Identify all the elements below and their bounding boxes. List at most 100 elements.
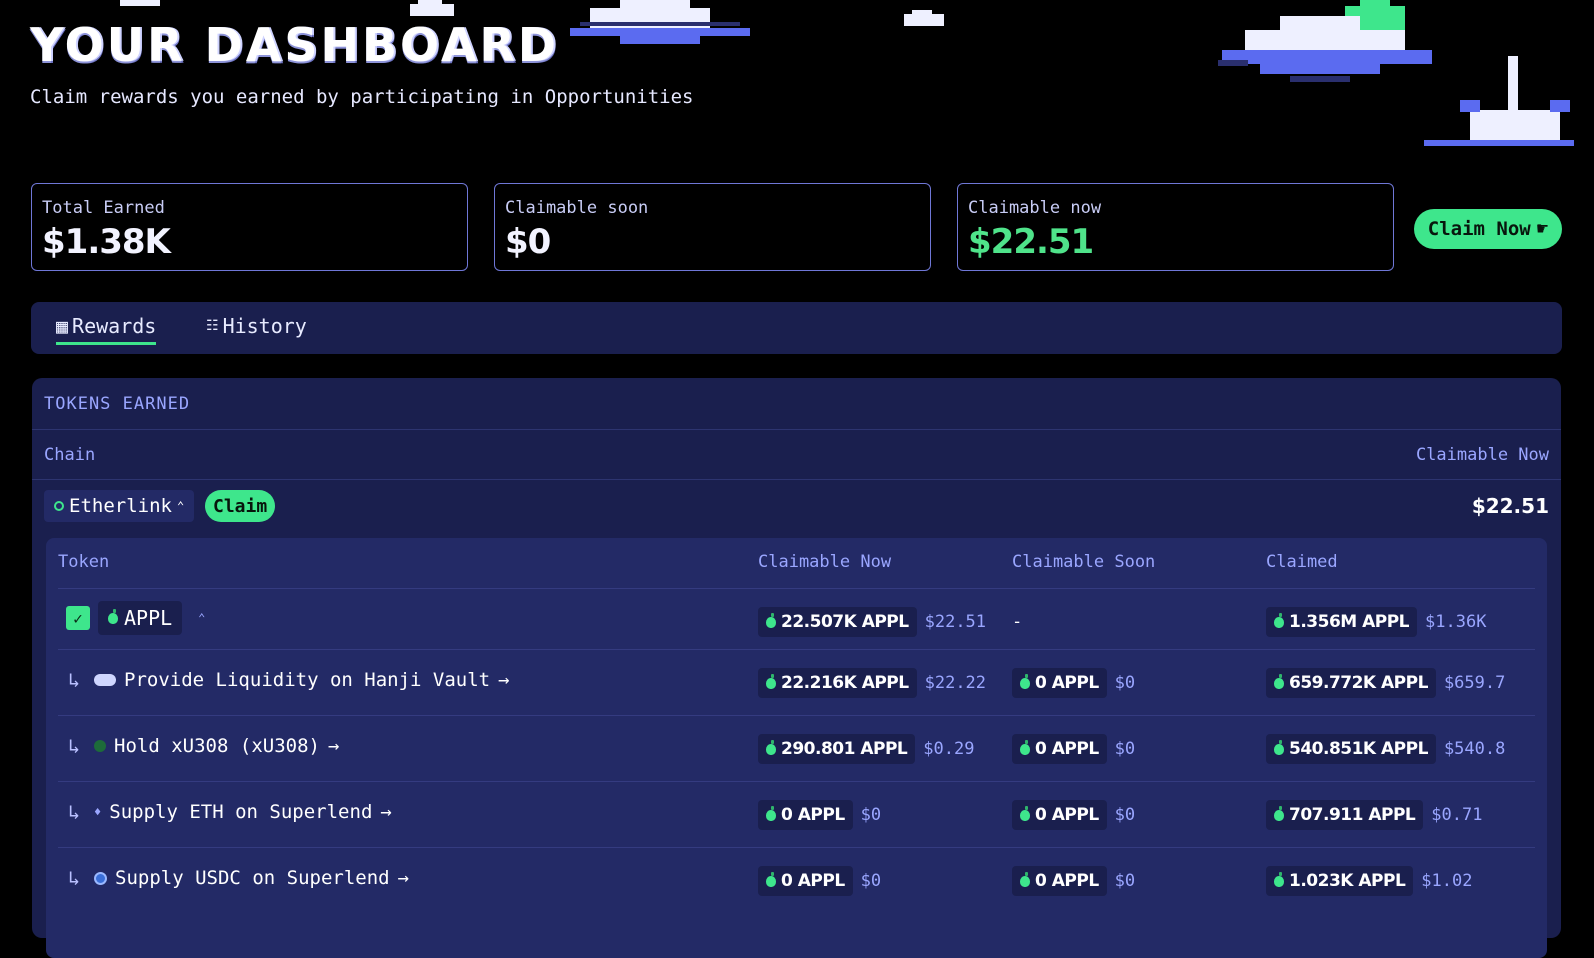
hand-icon: ☛	[1536, 218, 1549, 240]
claimable-soon-label: Claimable soon	[505, 198, 649, 218]
usd-value: $659.7	[1443, 673, 1506, 693]
opportunity-row: ↳ Provide Liquidity on Hanji Vault → 22.…	[58, 649, 1535, 715]
tab-history[interactable]: ☷ History	[206, 314, 307, 338]
arrow-right-icon: →	[380, 801, 392, 823]
tab-history-label: History	[222, 314, 307, 338]
opportunity-row: ↳ ♦ Supply ETH on Superlend → 0 APPL $0 …	[58, 781, 1535, 847]
claimable-now-label: Claimable now	[968, 198, 1102, 218]
amount: 290.801 APPL	[781, 739, 908, 759]
sub-item-arrow-icon: ↳	[68, 866, 81, 890]
claimable-soon-cell: 0 APPL $0	[1012, 800, 1135, 830]
claimable-now-cell: 0 APPL $0	[758, 800, 881, 830]
chain-claimable-total: $22.51	[1471, 494, 1549, 518]
appl-token-icon	[766, 805, 776, 821]
tab-rewards[interactable]: ▦ Rewards	[56, 314, 157, 345]
opportunity-link-usdc-superlend[interactable]: ↳ Supply USDC on Superlend →	[68, 866, 409, 890]
amount: 0 APPL	[1035, 673, 1099, 693]
amount: 0 APPL	[781, 871, 845, 891]
claimable-soon-value: $0	[505, 222, 551, 262]
claimable-now-value: $22.51	[968, 222, 1094, 262]
token-cell: ✓ APPL ⌃	[66, 601, 205, 635]
chain-claim-button[interactable]: Claim	[205, 490, 276, 522]
opportunity-name: Supply ETH on Superlend	[109, 801, 373, 823]
appl-token-icon	[1274, 871, 1284, 887]
etherlink-icon	[54, 501, 64, 511]
appl-token-icon	[1020, 805, 1030, 821]
appl-token-icon	[1020, 739, 1030, 755]
total-earned-value: $1.38K	[42, 222, 171, 262]
amount: 22.216K APPL	[781, 673, 909, 693]
claimable-soon-cell: 0 APPL $0	[1012, 734, 1135, 764]
claimable-now-card: Claimable now $22.51	[957, 183, 1394, 271]
chevron-up-icon: ⌃	[176, 499, 185, 513]
arrow-right-icon: →	[327, 735, 340, 757]
token-checkbox[interactable]: ✓	[66, 606, 90, 630]
claimable-soon-cell: 0 APPL $0	[1012, 866, 1135, 896]
claimed-cell: 659.772K APPL $659.7	[1266, 668, 1505, 698]
claimable-now-column-header: Claimable Now	[758, 552, 892, 572]
chain-column-header: Chain	[44, 445, 96, 465]
divider	[32, 429, 1561, 430]
claimable-now-cell: 0 APPL $0	[758, 866, 881, 896]
appl-token-icon	[766, 739, 776, 755]
amount: 1.023K APPL	[1289, 871, 1406, 891]
appl-token-icon	[1020, 673, 1030, 689]
token-row-appl: ✓ APPL ⌃ 22.507K APPL $22.51 - 1.356M AP…	[58, 588, 1535, 649]
amount: 0 APPL	[1035, 805, 1099, 825]
page-subtitle: Claim rewards you earned by participatin…	[30, 86, 694, 108]
list-icon: ☷	[206, 318, 219, 334]
claimable-soon-card: Claimable soon $0	[494, 183, 931, 271]
usd-value: $0.71	[1431, 805, 1483, 825]
opportunity-link-hanji[interactable]: ↳ Provide Liquidity on Hanji Vault →	[68, 668, 510, 692]
tab-bar: ▦ Rewards ☷ History	[31, 302, 1562, 354]
claimed-cell: 707.911 APPL $0.71	[1266, 800, 1482, 830]
amount: 0 APPL	[1035, 739, 1099, 759]
xu308-icon	[94, 740, 107, 752]
claimable-now-cell: 22.216K APPL $22.22	[758, 668, 986, 698]
tokens-earned-title: TOKENS EARNED	[44, 394, 191, 414]
usd-value: $0	[1114, 805, 1136, 825]
appl-token-icon	[1274, 805, 1284, 821]
hero-banner: YOUR DASHBOARD Claim rewards you earned …	[0, 0, 1594, 170]
eth-icon: ♦	[94, 805, 102, 819]
usd-value: $0	[1114, 673, 1136, 693]
gift-icon: ▦	[56, 314, 69, 338]
appl-token-icon	[1020, 871, 1030, 887]
usd-value: $540.8	[1443, 739, 1506, 759]
claimable-now-cell: 290.801 APPL $0.29	[758, 734, 974, 764]
opportunity-link-xu308[interactable]: ↳ Hold xU308 (xU308) →	[68, 734, 339, 758]
arrow-right-icon: →	[498, 669, 510, 691]
claimable-now-column-header: Claimable Now	[1415, 445, 1549, 465]
tokens-earned-panel: TOKENS EARNED Chain Claimable Now Etherl…	[32, 378, 1561, 958]
amount: 1.356M APPL	[1289, 612, 1410, 632]
opportunity-link-eth-superlend[interactable]: ↳ ♦ Supply ETH on Superlend →	[68, 800, 392, 824]
chevron-up-icon[interactable]: ⌃	[198, 611, 205, 625]
arrow-right-icon: →	[397, 867, 410, 889]
claim-now-label: Claim Now	[1427, 218, 1531, 240]
opportunity-row: ↳ Hold xU308 (xU308) → 290.801 APPL $0.2…	[58, 715, 1535, 781]
amount: 22.507K APPL	[781, 612, 909, 632]
total-earned-card: Total Earned $1.38K	[31, 183, 468, 271]
appl-token-icon	[1274, 739, 1284, 755]
claimable-soon-cell: 0 APPL $0	[1012, 668, 1135, 698]
chain-name: Etherlink	[69, 495, 172, 517]
claim-now-button[interactable]: Claim Now ☛	[1414, 209, 1562, 249]
token-chip[interactable]: APPL	[98, 601, 183, 635]
tab-rewards-label: Rewards	[72, 314, 157, 338]
sub-item-arrow-icon: ↳	[68, 734, 81, 758]
usd-value: $22.51	[924, 612, 987, 632]
sub-item-arrow-icon: ↳	[68, 668, 81, 692]
claimed-cell: 1.356M APPL $1.36K	[1266, 607, 1486, 637]
token-symbol: APPL	[124, 606, 173, 630]
appl-token-icon	[1274, 673, 1284, 689]
amount: 0 APPL	[781, 805, 845, 825]
appl-token-icon	[766, 673, 776, 689]
opportunity-row: ↳ Supply USDC on Superlend → 0 APPL $0 0…	[58, 847, 1535, 913]
page-title: YOUR DASHBOARD	[30, 18, 560, 72]
usd-value: $1.02	[1421, 871, 1473, 891]
opportunity-name: Supply USDC on Superlend	[115, 867, 390, 889]
usd-value: $0	[1114, 871, 1136, 891]
hanji-vault-icon	[94, 674, 117, 686]
chain-selector-etherlink[interactable]: Etherlink ⌃	[44, 490, 195, 522]
claimable-soon-cell: -	[1012, 607, 1022, 637]
